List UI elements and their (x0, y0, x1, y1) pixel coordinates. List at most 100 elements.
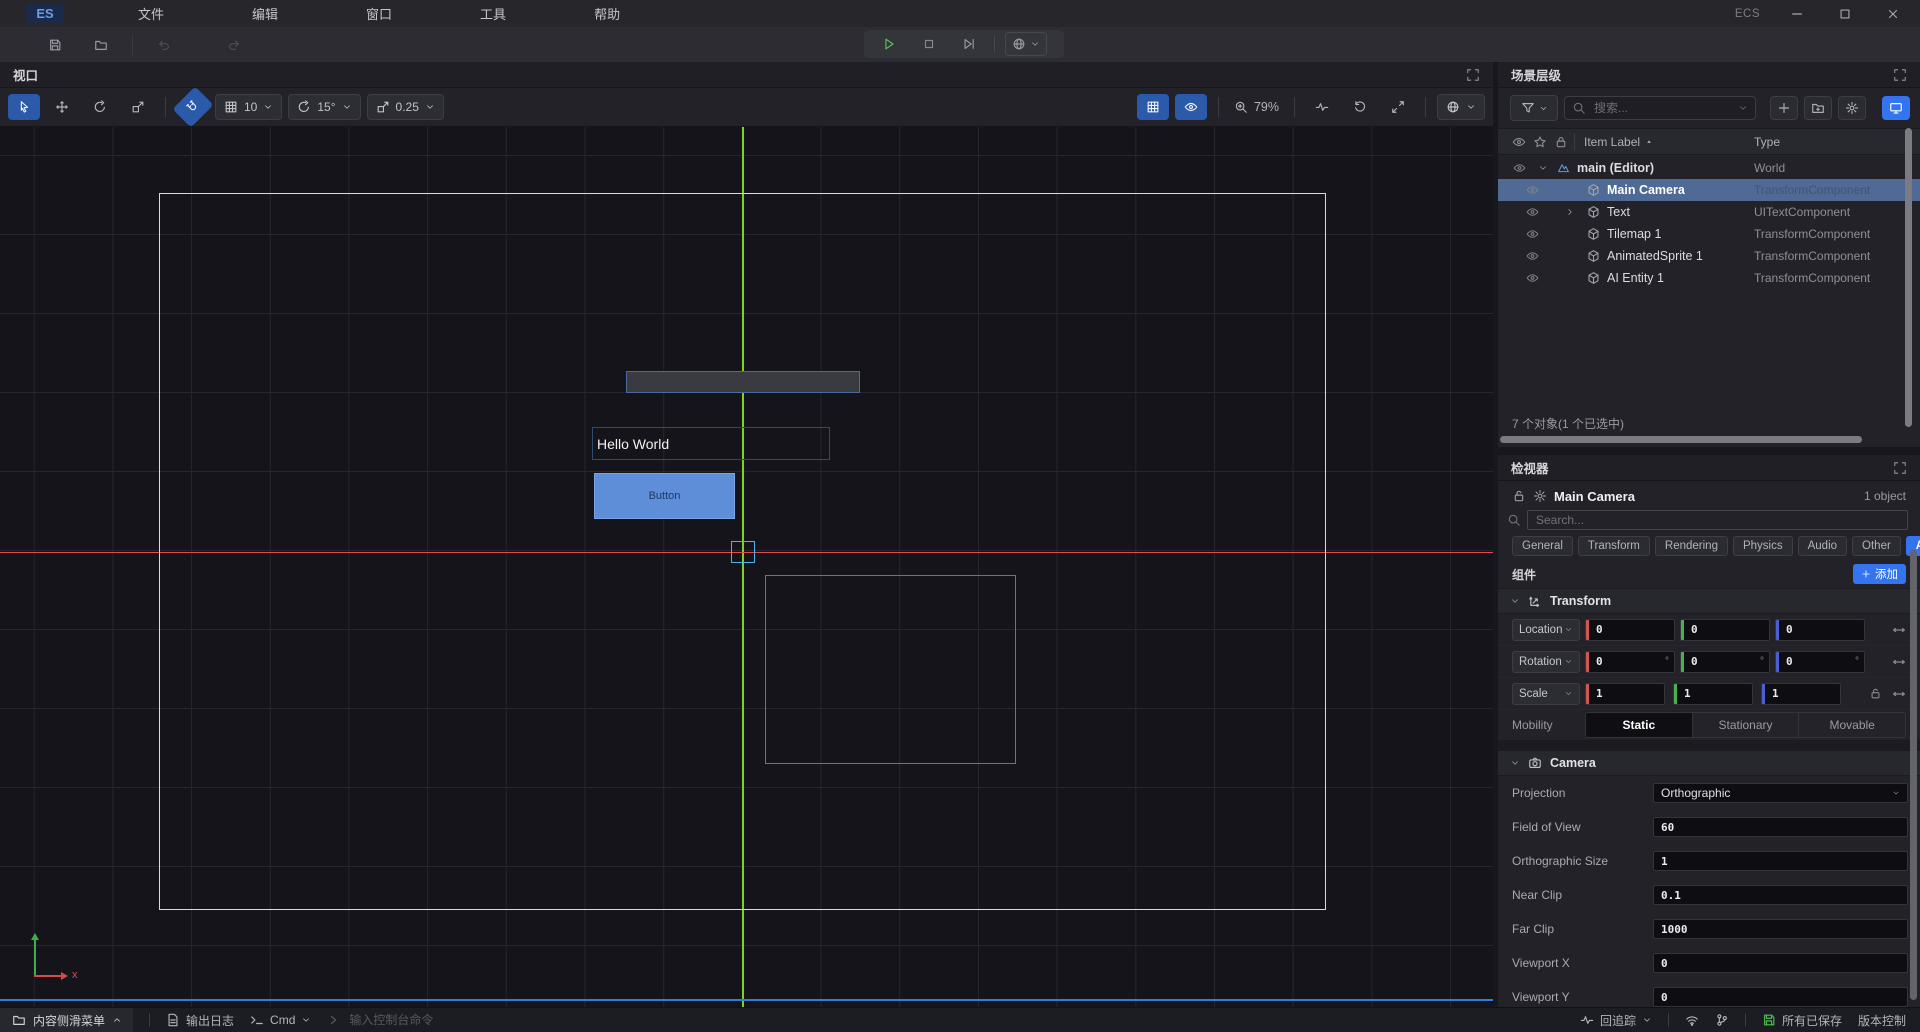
app-logo[interactable]: ES (26, 3, 64, 24)
hierarchy-row[interactable]: Tilemap 1TransformComponent (1498, 223, 1920, 245)
axis-value-field[interactable]: 0° (1680, 651, 1770, 673)
cmd-dropdown[interactable]: Cmd (250, 1013, 311, 1027)
mobility-movable[interactable]: Movable (1799, 713, 1905, 737)
axis-value-field[interactable]: 0 (1775, 619, 1865, 641)
horizontal-scrollbar[interactable] (1500, 436, 1862, 443)
visibility-eye-icon[interactable] (1526, 184, 1539, 197)
scale-snap-dropdown[interactable]: 0.25 (367, 94, 444, 120)
camera-section-header[interactable]: Camera (1498, 750, 1920, 776)
transform-rotation-dropdown[interactable]: Rotation (1512, 651, 1580, 673)
scale-tool-button[interactable] (122, 94, 154, 120)
maximize-button[interactable] (1834, 3, 1856, 25)
visibility-column-icon[interactable] (1512, 135, 1526, 149)
menu-item[interactable]: 窗口 (366, 4, 392, 23)
mobility-static[interactable]: Static (1586, 713, 1693, 737)
reset-view-button[interactable] (1344, 94, 1376, 120)
version-control-button[interactable]: 版本控制 (1858, 1012, 1906, 1029)
rotate-tool-button[interactable] (84, 94, 116, 120)
undo-icon[interactable] (151, 32, 177, 58)
hierarchy-row[interactable]: AI Entity 1TransformComponent (1498, 267, 1920, 289)
console-command-input[interactable] (347, 1012, 481, 1028)
column-type[interactable]: Type (1754, 135, 1780, 149)
fit-view-button[interactable] (1382, 94, 1414, 120)
select-tool-button[interactable] (8, 94, 40, 120)
trace-dropdown[interactable]: 回追踪 (1580, 1012, 1652, 1029)
expand-panel-icon[interactable] (1893, 461, 1907, 475)
chevron-down-icon[interactable] (1538, 163, 1548, 173)
transform-section-header[interactable]: Transform (1498, 588, 1920, 614)
hierarchy-row[interactable]: main (Editor)World (1498, 157, 1920, 179)
camera-field-select[interactable]: Orthographic (1653, 783, 1908, 803)
selection-box[interactable] (731, 541, 755, 563)
vertical-scrollbar[interactable] (1905, 128, 1912, 427)
camera-field-input[interactable]: 0.1 (1653, 885, 1908, 905)
menu-item[interactable]: 文件 (138, 4, 164, 23)
content-drawer-button[interactable]: 内容侧滑菜单 (0, 1008, 133, 1032)
search-input[interactable] (1592, 100, 1732, 116)
console-command[interactable] (327, 1012, 481, 1028)
axis-value-field[interactable]: 0 (1680, 619, 1770, 641)
visibility-eye-icon[interactable] (1526, 250, 1539, 263)
step-button[interactable] (954, 32, 984, 56)
save-icon[interactable] (42, 32, 68, 58)
transform-scale-dropdown[interactable]: Scale (1512, 683, 1580, 705)
entity-settings-icon[interactable] (1533, 489, 1547, 503)
grid-snap-dropdown[interactable]: 10 (215, 94, 282, 120)
mobility-stationary[interactable]: Stationary (1693, 713, 1800, 737)
visibility-button[interactable] (1175, 94, 1207, 120)
save-status[interactable]: 所有已保存 (1762, 1012, 1842, 1029)
rotation-snap-dropdown[interactable]: 15° (288, 94, 360, 120)
link-values-icon[interactable] (1892, 655, 1906, 669)
network-status-icon[interactable] (1685, 1013, 1699, 1027)
transform-location-dropdown[interactable]: Location (1512, 619, 1580, 641)
visibility-eye-icon[interactable] (1526, 272, 1539, 285)
link-values-icon[interactable] (1892, 687, 1906, 701)
camera-field-input[interactable]: 60 (1653, 817, 1908, 837)
expand-panel-icon[interactable] (1466, 68, 1480, 82)
vertical-scrollbar[interactable] (1910, 550, 1917, 1000)
show-grid-button[interactable] (1137, 94, 1169, 120)
lock-inspector-icon[interactable] (1512, 489, 1526, 503)
axis-value-field[interactable]: 0° (1585, 651, 1675, 673)
hierarchy-row[interactable]: Main CameraTransformComponent (1498, 179, 1920, 201)
visibility-eye-icon[interactable] (1526, 206, 1539, 219)
tab-physics[interactable]: Physics (1733, 536, 1793, 556)
filter-dropdown[interactable] (1510, 95, 1558, 121)
scale-lock-icon[interactable] (1869, 687, 1882, 700)
link-values-icon[interactable] (1892, 623, 1906, 637)
scene-canvas[interactable]: Hello World Button x (0, 127, 1493, 1008)
open-folder-icon[interactable] (88, 32, 114, 58)
hierarchy-row[interactable]: AnimatedSprite 1TransformComponent (1498, 245, 1920, 267)
axis-value-field[interactable]: 1 (1761, 683, 1841, 705)
zoom-control[interactable]: 79% (1230, 100, 1283, 114)
chevron-right-icon[interactable] (1565, 207, 1575, 217)
expand-panel-icon[interactable] (1893, 68, 1907, 82)
tab-rendering[interactable]: Rendering (1655, 536, 1728, 556)
favorite-column-icon[interactable] (1533, 135, 1547, 149)
hierarchy-settings-button[interactable] (1838, 96, 1866, 120)
source-branch-icon[interactable] (1715, 1013, 1729, 1027)
visibility-eye-icon[interactable] (1513, 162, 1526, 175)
hierarchy-search[interactable] (1564, 96, 1756, 120)
axis-value-field[interactable]: 0 (1585, 619, 1675, 641)
camera-field-input[interactable]: 0 (1653, 987, 1908, 1007)
ui-button-object[interactable]: Button (594, 473, 735, 519)
launch-target-dropdown[interactable] (1005, 32, 1047, 56)
add-entity-button[interactable] (1770, 96, 1798, 120)
move-tool-button[interactable] (46, 94, 78, 120)
redo-icon[interactable] (221, 32, 247, 58)
stats-button[interactable] (1306, 94, 1338, 120)
camera-field-input[interactable]: 1000 (1653, 919, 1908, 939)
tab-general[interactable]: General (1512, 536, 1573, 556)
tab-other[interactable]: Other (1852, 536, 1901, 556)
minimize-button[interactable] (1786, 3, 1808, 25)
menu-item[interactable]: 工具 (480, 4, 506, 23)
axis-value-field[interactable]: 1 (1585, 683, 1665, 705)
column-item-label[interactable]: Item Label (1584, 135, 1653, 149)
axis-value-field[interactable]: 0° (1775, 651, 1865, 673)
snap-toggle-button[interactable] (172, 86, 213, 127)
tab-audio[interactable]: Audio (1798, 536, 1847, 556)
view-mode-dropdown[interactable] (1437, 94, 1485, 120)
camera-field-input[interactable]: 1 (1653, 851, 1908, 871)
close-button[interactable] (1882, 3, 1904, 25)
